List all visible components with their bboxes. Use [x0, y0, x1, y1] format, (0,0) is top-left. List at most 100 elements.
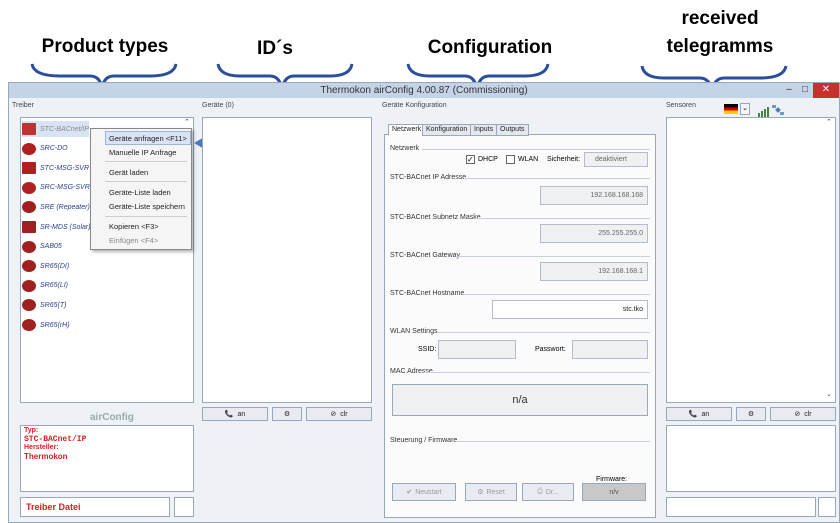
firmware-value-text: n/v: [609, 488, 619, 496]
tab-konfiguration[interactable]: Konfiguration: [422, 124, 472, 136]
menu-item-geraet-laden[interactable]: Gerät laden: [109, 168, 148, 177]
driver-label: SR65(rH): [40, 321, 70, 329]
device-icon: [22, 260, 36, 273]
minimize-button[interactable]: –: [781, 83, 797, 98]
driver-item[interactable]: SRC-DO: [22, 141, 68, 157]
reset-button[interactable]: ⚙ Reset: [465, 483, 517, 501]
sensor-settings-button[interactable]: ⚙: [736, 407, 766, 421]
gear-icon: ⚙: [283, 411, 291, 418]
driver-item[interactable]: SRE (Repeater): [22, 199, 90, 215]
divider: [438, 332, 650, 333]
close-button[interactable]: ✕: [813, 83, 839, 98]
sensor-scroll-down-icon[interactable]: ⌄: [826, 390, 835, 399]
sensor-clear-button[interactable]: ⊘ clr: [770, 407, 836, 421]
sensor-list[interactable]: [666, 117, 836, 403]
gear-icon: ⚙: [747, 411, 755, 418]
sensor-on-button[interactable]: 📞 an: [666, 407, 732, 421]
divider: [422, 149, 650, 150]
driver-item[interactable]: SRC-MSG-SVR: [22, 180, 90, 196]
context-menu: Geräte anfragen <F11> Manuelle IP Anfrag…: [90, 128, 192, 250]
driver-item[interactable]: STC-MSG-SVR: [22, 160, 89, 176]
device-icon: [22, 123, 36, 135]
dropdown-chevron-icon[interactable]: ⌄: [740, 103, 750, 115]
divider: [464, 178, 650, 179]
divider: [456, 441, 650, 442]
driver-label: STC-BACnet/IP: [40, 125, 90, 133]
device-icon: [22, 240, 36, 253]
menu-item-manuelle-ip[interactable]: Manuelle IP Anfrage: [109, 148, 176, 157]
wlan-checkbox[interactable]: [506, 155, 515, 164]
device-clear-label: clr: [340, 410, 348, 418]
menu-item-einfuegen[interactable]: Einfügen <F4>: [109, 236, 158, 245]
device-icon: [22, 162, 36, 175]
mask-field[interactable]: 255.255.255.0: [540, 224, 648, 243]
maximize-button[interactable]: □: [798, 83, 812, 98]
device-settings-button[interactable]: ⚙: [272, 407, 302, 421]
satellite-icon[interactable]: [772, 103, 784, 115]
info-hersteller-value: Thermokon: [24, 452, 68, 461]
device-clear-button[interactable]: ⊘ clr: [306, 407, 372, 421]
driver-label: STC-MSG-SVR: [40, 164, 89, 172]
driver-label: SRE (Repeater): [40, 203, 90, 211]
driver-item[interactable]: SAB05: [22, 239, 62, 255]
divider: [456, 256, 650, 257]
tab-netzwerk[interactable]: Netzwerk: [388, 124, 426, 136]
signal-icon[interactable]: [758, 104, 770, 117]
tab-outputs[interactable]: Outputs: [496, 124, 529, 136]
menu-separator: [105, 181, 187, 182]
passwort-label: Passwort:: [535, 346, 566, 353]
driver-item[interactable]: SR65(rH): [22, 317, 70, 333]
driver-label: SRC-DO: [40, 145, 68, 153]
driver-item[interactable]: SR-MDS (Solar): [22, 219, 91, 235]
driver-scroll-up-icon[interactable]: ⌃: [184, 118, 193, 127]
driver-item[interactable]: SR65(LI): [22, 278, 68, 294]
wlan-label: WLAN: [518, 156, 539, 163]
sensor-scroll-up-icon[interactable]: ⌃: [826, 118, 835, 127]
menu-item-liste-speichern[interactable]: Geräte-Liste speichern: [109, 202, 185, 211]
mac-display: n/a: [392, 384, 648, 416]
sensor-file-box[interactable]: [666, 497, 816, 517]
info-hersteller-label: Hersteller:: [24, 444, 59, 451]
panel-header-konfig: Geräte Konfiguration: [382, 102, 447, 109]
device-on-button[interactable]: 📞 an: [202, 407, 268, 421]
device-list[interactable]: [202, 117, 372, 403]
check-icon: ✔: [406, 489, 413, 496]
firmware-label: Firmware:: [596, 476, 628, 483]
divider: [424, 372, 650, 373]
treiber-datei-icon[interactable]: [174, 497, 194, 517]
flag-icon[interactable]: [724, 104, 738, 114]
device-icon: [22, 142, 36, 155]
ssid-field[interactable]: [438, 340, 516, 359]
treiber-datei-label: Treiber Datei: [26, 502, 81, 512]
firmware-value: n/v: [582, 483, 646, 501]
dhcp-checkbox[interactable]: ✓: [466, 155, 475, 164]
phone-icon: 📞: [688, 411, 698, 418]
menu-item-geraete-anfragen[interactable]: Geräte anfragen <F11>: [109, 134, 187, 143]
ip-field[interactable]: 192.168.168.168: [540, 186, 648, 205]
gateway-field[interactable]: 192.168.168.1: [540, 262, 648, 281]
driver-item[interactable]: STC-BACnet/IP: [22, 121, 90, 137]
menu-item-kopieren[interactable]: Kopieren <F3>: [109, 222, 159, 231]
menu-separator: [105, 216, 187, 217]
device-icon: [22, 201, 36, 214]
tab-inputs[interactable]: Inputs: [470, 124, 498, 136]
driver-label: SRC-MSG-SVR: [40, 184, 90, 192]
device-icon: [22, 279, 36, 292]
driver-item[interactable]: SR65(DI): [22, 258, 69, 274]
sicherheit-select[interactable]: deaktiviert: [584, 152, 648, 167]
panel-header-geraete: Geräte (0): [202, 102, 234, 109]
driver-item[interactable]: SR65(T): [22, 297, 66, 313]
ssid-label: SSID:: [418, 346, 437, 353]
hostname-field[interactable]: stc.tko: [492, 300, 648, 319]
clear-icon: ⊘: [794, 411, 801, 418]
clear-icon: ⊘: [330, 411, 337, 418]
panel-header-treiber: Treiber: [12, 102, 34, 109]
print-button[interactable]: ⎙ Dr...: [522, 483, 574, 501]
menu-separator: [105, 161, 187, 162]
device-icon: [22, 319, 36, 331]
sensor-on-label: an: [701, 410, 710, 418]
menu-item-liste-laden[interactable]: Geräte-Liste laden: [109, 188, 171, 197]
passwort-field[interactable]: [572, 340, 648, 359]
sensor-file-icon[interactable]: [818, 497, 836, 517]
neustart-button[interactable]: ✔ Neustart: [392, 483, 456, 501]
